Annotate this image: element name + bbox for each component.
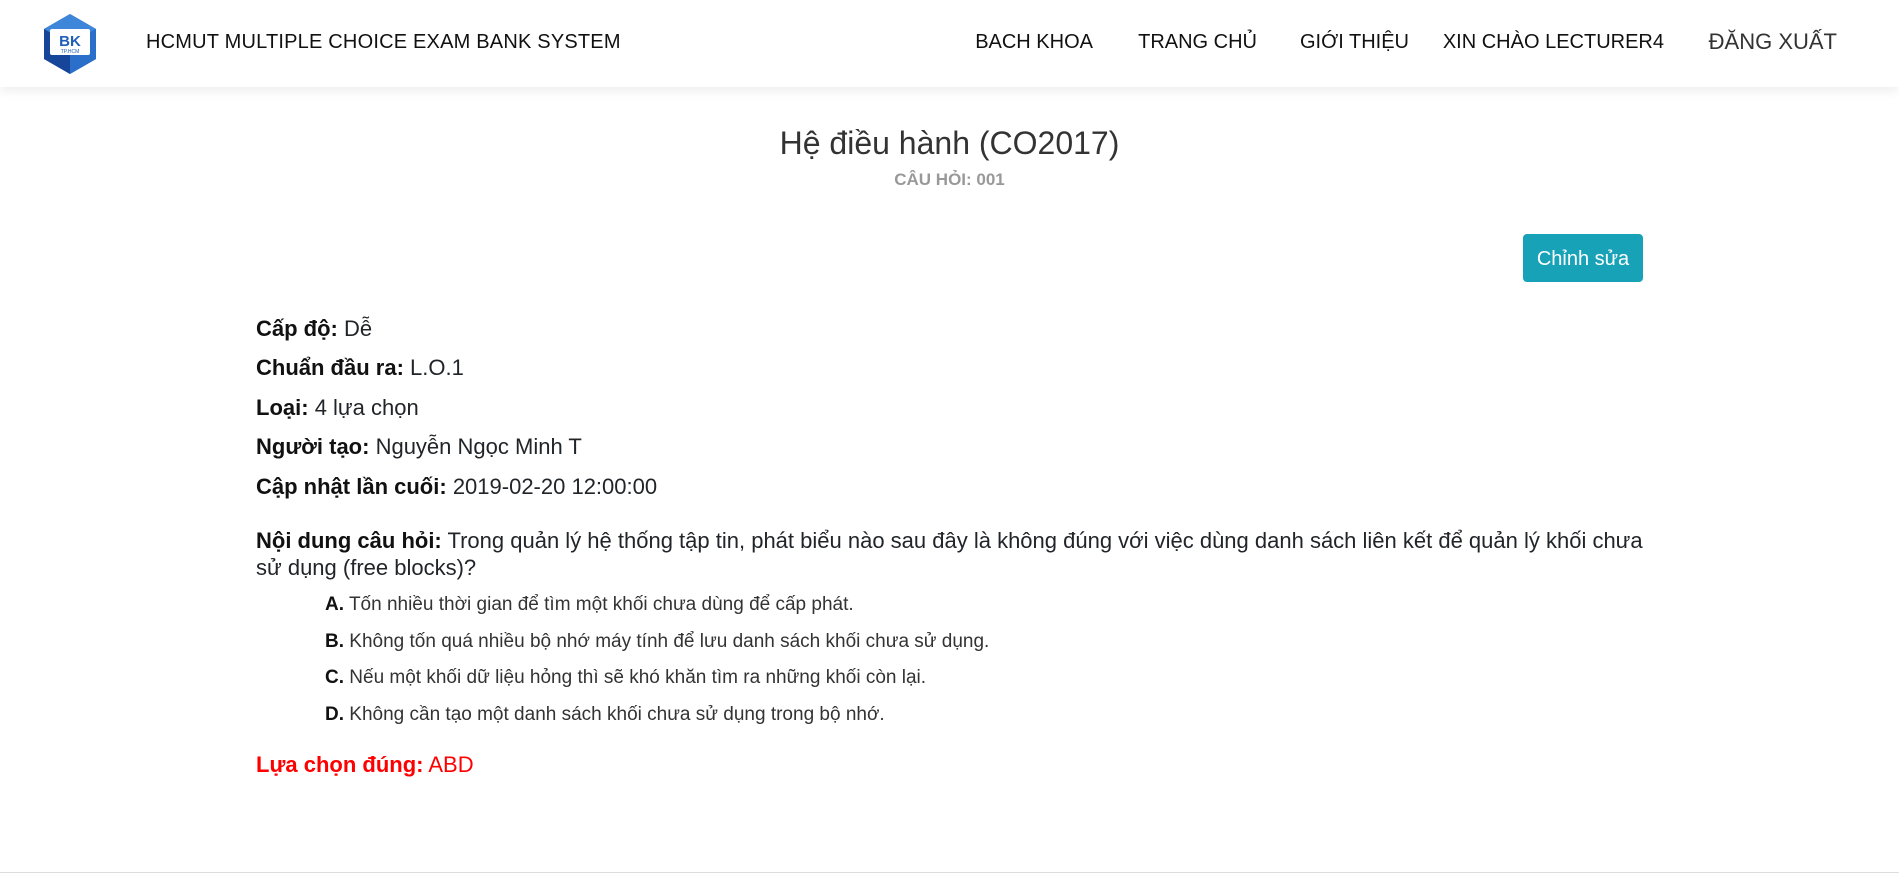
option-letter: B. bbox=[325, 631, 344, 652]
option-c: C. Nếu một khối dữ liệu hỏng thì sẽ khó … bbox=[325, 667, 926, 689]
option-letter: C. bbox=[325, 667, 344, 688]
edit-button[interactable]: Chỉnh sửa bbox=[1523, 234, 1643, 282]
correct-answer: Lựa chọn đúng: ABD bbox=[256, 752, 474, 778]
question-label: Nội dung câu hỏi: bbox=[256, 528, 442, 553]
option-letter: A. bbox=[325, 594, 344, 615]
option-b: B. Không tốn quá nhiều bộ nhớ máy tính đ… bbox=[325, 631, 989, 653]
option-text: Không cần tạo một danh sách khối chưa sử… bbox=[349, 704, 885, 725]
bk-logo[interactable]: BK TP.HCM bbox=[38, 12, 102, 76]
logo-subtext: TP.HCM bbox=[61, 49, 80, 55]
footer-divider bbox=[0, 872, 1899, 873]
detail-updated: Cập nhật lần cuối: 2019-02-20 12:00:00 bbox=[256, 474, 657, 500]
level-value: Dễ bbox=[344, 316, 373, 341]
question-content: Nội dung câu hỏi: Trong quản lý hệ thống… bbox=[256, 527, 1646, 581]
nav-logout[interactable]: ĐĂNG XUẤT bbox=[1709, 29, 1837, 55]
detail-level: Cấp độ: Dễ bbox=[256, 316, 372, 342]
creator-value: Nguyễn Ngọc Minh T bbox=[375, 434, 582, 459]
outcome-label: Chuẩn đầu ra: bbox=[256, 355, 404, 380]
level-label: Cấp độ: bbox=[256, 316, 338, 341]
detail-creator: Người tạo: Nguyễn Ngọc Minh T bbox=[256, 434, 582, 460]
detail-outcome: Chuẩn đầu ra: L.O.1 bbox=[256, 355, 464, 381]
creator-label: Người tạo: bbox=[256, 434, 370, 459]
question-code: CÂU HỎI: 001 bbox=[894, 170, 1005, 189]
option-text: Nếu một khối dữ liệu hỏng thì sẽ khó khă… bbox=[349, 667, 927, 688]
nav-bach-khoa[interactable]: BACH KHOA bbox=[975, 31, 1093, 54]
answer-value: ABD bbox=[428, 752, 474, 777]
outcome-value: L.O.1 bbox=[410, 355, 464, 380]
option-text: Không tốn quá nhiều bộ nhớ máy tính để l… bbox=[349, 631, 990, 652]
app-title[interactable]: HCMUT MULTIPLE CHOICE EXAM BANK SYSTEM bbox=[146, 31, 621, 54]
course-title: Hệ điều hành (CO2017) bbox=[779, 125, 1120, 161]
option-d: D. Không cần tạo một danh sách khối chưa… bbox=[325, 704, 885, 726]
nav-about[interactable]: GIỚI THIỆU bbox=[1300, 31, 1409, 54]
updated-label: Cập nhật lần cuối: bbox=[256, 474, 447, 499]
detail-type: Loại: 4 lựa chọn bbox=[256, 395, 419, 421]
type-label: Loại: bbox=[256, 395, 309, 420]
option-text: Tốn nhiều thời gian để tìm một khối chưa… bbox=[348, 594, 854, 615]
type-value: 4 lựa chọn bbox=[314, 395, 419, 420]
top-navbar: BK TP.HCM HCMUT MULTIPLE CHOICE EXAM BAN… bbox=[0, 0, 1899, 87]
option-letter: D. bbox=[325, 704, 344, 725]
nav-home[interactable]: TRANG CHỦ bbox=[1138, 31, 1257, 54]
option-a: A. Tốn nhiều thời gian để tìm một khối c… bbox=[325, 594, 854, 616]
logo-text: BK bbox=[59, 33, 81, 50]
hexagon-logo-icon: BK TP.HCM bbox=[44, 14, 96, 74]
question-text: Trong quản lý hệ thống tập tin, phát biể… bbox=[256, 528, 1643, 580]
nav-greeting[interactable]: XIN CHÀO LECTURER4 bbox=[1443, 31, 1664, 54]
answer-label: Lựa chọn đúng: bbox=[256, 752, 424, 777]
updated-value: 2019-02-20 12:00:00 bbox=[452, 474, 658, 499]
